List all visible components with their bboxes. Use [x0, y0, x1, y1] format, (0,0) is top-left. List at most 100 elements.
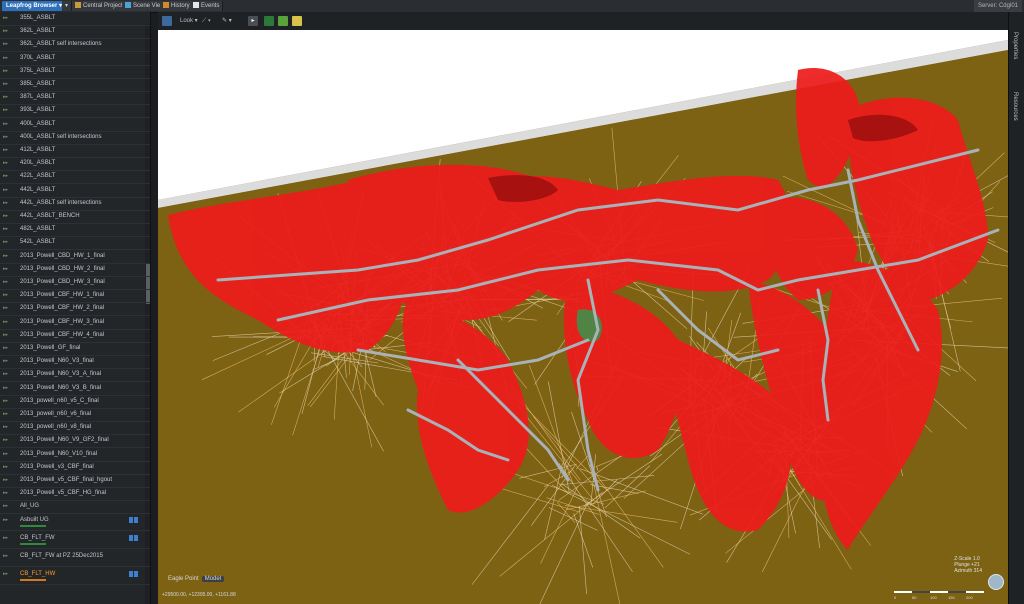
- action-icon[interactable]: [129, 534, 133, 541]
- list-item[interactable]: ▸▸ Asbuilt UG: [0, 514, 150, 531]
- action-icon[interactable]: [129, 570, 133, 577]
- list-item[interactable]: ▸▸ 420L_ASBLT: [0, 157, 150, 172]
- list-item[interactable]: ▸▸ CB_FLT_FW at PZ 25Dec2015: [0, 550, 150, 567]
- expand-icon[interactable]: ▸▸: [3, 253, 8, 259]
- expand-icon[interactable]: ▸▸: [3, 319, 8, 325]
- expand-icon[interactable]: ▸▸: [3, 81, 8, 87]
- list-item[interactable]: ▸▸ 442L_ASBLT: [0, 184, 150, 198]
- list-item[interactable]: ▸▸ 542L_ASBLT: [0, 236, 150, 251]
- list-item[interactable]: ▸▸ 2013_Powell_CBF_HW_3_final: [0, 316, 150, 330]
- list-item[interactable]: ▸▸ 400L_ASBLT self intersections: [0, 131, 150, 145]
- action-icon[interactable]: [129, 516, 133, 523]
- expand-icon[interactable]: ▸▸: [3, 15, 8, 21]
- visibility-slider[interactable]: [20, 524, 46, 527]
- expand-icon[interactable]: ▸▸: [3, 213, 8, 219]
- expand-icon[interactable]: ▸▸: [3, 553, 8, 559]
- expand-icon[interactable]: ▸▸: [3, 68, 8, 74]
- list-item[interactable]: ▸▸ 400L_ASBLT: [0, 118, 150, 132]
- expand-icon[interactable]: ▸▸: [3, 517, 8, 523]
- list-item[interactable]: ▸▸ 385L_ASBLT: [0, 78, 150, 92]
- list-item[interactable]: ▸▸ 2013_Powell_N60_V9_GF2_final: [0, 434, 150, 449]
- expand-icon[interactable]: ▸▸: [3, 398, 8, 404]
- expand-icon[interactable]: ▸▸: [3, 332, 8, 338]
- compass-globe-icon[interactable]: [988, 574, 1004, 590]
- expand-icon[interactable]: ▸▸: [3, 571, 8, 577]
- model-pill[interactable]: Model: [201, 576, 225, 582]
- resources-tab[interactable]: Resources: [1012, 92, 1018, 121]
- tab-events[interactable]: Events: [190, 1, 224, 11]
- expand-icon[interactable]: ▸▸: [3, 173, 8, 179]
- list-item[interactable]: ▸▸ All_UG: [0, 500, 150, 515]
- expand-icon[interactable]: ▸▸: [3, 107, 8, 113]
- list-item[interactable]: ▸▸ 2013_powell_n60_v6_final: [0, 408, 150, 422]
- list-item[interactable]: ▸▸ 2013_Powell_GF_final: [0, 342, 150, 356]
- list-item[interactable]: ▸▸ 2013_Powell_CBF_HW_2_final: [0, 302, 150, 317]
- list-item[interactable]: ▸▸ 422L_ASBLT: [0, 170, 150, 185]
- expand-icon[interactable]: ▸▸: [3, 292, 8, 298]
- properties-tab[interactable]: Properties: [1012, 32, 1018, 59]
- row-actions[interactable]: [128, 534, 144, 541]
- list-item[interactable]: ▸▸ CB_FLT_FW: [0, 532, 150, 549]
- list-item[interactable]: ▸▸ 2013_Powell_CBF_HW_4_final: [0, 329, 150, 343]
- expand-icon[interactable]: ▸▸: [3, 134, 8, 140]
- expand-icon[interactable]: ▸▸: [3, 94, 8, 100]
- list-item[interactable]: ▸▸ 362L_ASBLT: [0, 25, 150, 40]
- select-pointer-icon[interactable]: ▸: [248, 16, 258, 26]
- expand-icon[interactable]: ▸▸: [3, 187, 8, 193]
- look-dropdown[interactable]: Look ▾: [180, 16, 198, 26]
- expand-icon[interactable]: ▸▸: [3, 464, 8, 470]
- list-item[interactable]: ▸▸ 370L_ASBLT: [0, 52, 150, 66]
- expand-icon[interactable]: ▸▸: [3, 371, 8, 377]
- list-item[interactable]: ▸▸ 393L_ASBLT: [0, 104, 150, 119]
- list-item[interactable]: ▸▸ 2013_Powell_N60_V3_A_final: [0, 368, 150, 383]
- expand-icon[interactable]: ▸▸: [3, 358, 8, 364]
- list-item[interactable]: ▸▸ 412L_ASBLT: [0, 144, 150, 158]
- expand-icon[interactable]: ▸▸: [3, 55, 8, 61]
- expand-icon[interactable]: ▸▸: [3, 147, 8, 153]
- draw-lines-icon[interactable]: [264, 16, 274, 26]
- scene-settings-icon[interactable]: [162, 16, 172, 26]
- list-item[interactable]: ▸▸ 362L_ASBLT self intersections: [0, 38, 150, 53]
- list-item[interactable]: ▸▸ 2013_Powell_CBF_HW_1_final: [0, 289, 150, 304]
- draw-polyline-icon[interactable]: [278, 16, 288, 26]
- list-item[interactable]: ▸▸ 2013_Powell_N60_V3_B_final: [0, 382, 150, 396]
- expand-icon[interactable]: ▸▸: [3, 266, 8, 272]
- action-icon[interactable]: [134, 516, 138, 523]
- expand-icon[interactable]: ▸▸: [3, 28, 8, 34]
- row-actions[interactable]: [128, 570, 144, 577]
- expand-icon[interactable]: ▸▸: [3, 41, 8, 47]
- list-item[interactable]: ▸▸ 2013_Powell_N60_V3_final: [0, 355, 150, 370]
- list-item[interactable]: ▸▸ 482L_ASBLT: [0, 223, 150, 238]
- list-item[interactable]: ▸▸ 2013_powell_n60_v5_C_final: [0, 395, 150, 409]
- slicer-icon[interactable]: ⟋ ▾: [202, 16, 211, 26]
- expand-icon[interactable]: ▸▸: [3, 345, 8, 351]
- expand-icon[interactable]: ▸▸: [3, 226, 8, 232]
- leapfrog-browser-button[interactable]: Leapfrog Browser ▾: [2, 1, 67, 11]
- list-item[interactable]: ▸▸ CB_FLT_HW: [0, 568, 150, 585]
- list-item[interactable]: ▸▸ 2013_powell_n60_v8_final: [0, 421, 150, 436]
- tab-history[interactable]: History: [160, 1, 194, 11]
- action-icon[interactable]: [134, 570, 138, 577]
- list-item[interactable]: ▸▸ 375L_ASBLT: [0, 65, 150, 79]
- list-item[interactable]: ▸▸ 2013_Powell_v3_CBF_final: [0, 461, 150, 475]
- list-item[interactable]: ▸▸ 442L_ASBLT self intersections: [0, 197, 150, 211]
- visibility-slider[interactable]: [20, 542, 46, 545]
- ruler-icon[interactable]: [292, 16, 302, 26]
- list-item[interactable]: ▸▸ 2013_Powell_CBD_HW_1_final: [0, 250, 150, 264]
- expand-icon[interactable]: ▸▸: [3, 411, 8, 417]
- list-item[interactable]: ▸▸ 387L_ASBLT: [0, 91, 150, 106]
- list-item[interactable]: ▸▸ 355L_ASBLT: [0, 12, 150, 26]
- list-item[interactable]: ▸▸ 2013_Powell_N60_V10_final: [0, 448, 150, 462]
- menu-toggle-button[interactable]: ▾: [62, 1, 73, 11]
- paint-icon[interactable]: ✎ ▾: [222, 16, 232, 26]
- visibility-slider[interactable]: [20, 578, 46, 581]
- scene-canvas[interactable]: [158, 30, 1008, 604]
- list-item[interactable]: ▸▸ 2013_Powell_CBD_HW_2_final: [0, 263, 150, 277]
- expand-icon[interactable]: ▸▸: [3, 490, 8, 496]
- expand-icon[interactable]: ▸▸: [3, 535, 8, 541]
- expand-icon[interactable]: ▸▸: [3, 477, 8, 483]
- expand-icon[interactable]: ▸▸: [3, 121, 8, 127]
- list-item[interactable]: ▸▸ 2013_Powell_v5_CBF_HG_final: [0, 487, 150, 502]
- expand-icon[interactable]: ▸▸: [3, 451, 8, 457]
- scene-viewport[interactable]: Eagle Point Model +29500.00, +12395.00, +…: [158, 30, 1008, 604]
